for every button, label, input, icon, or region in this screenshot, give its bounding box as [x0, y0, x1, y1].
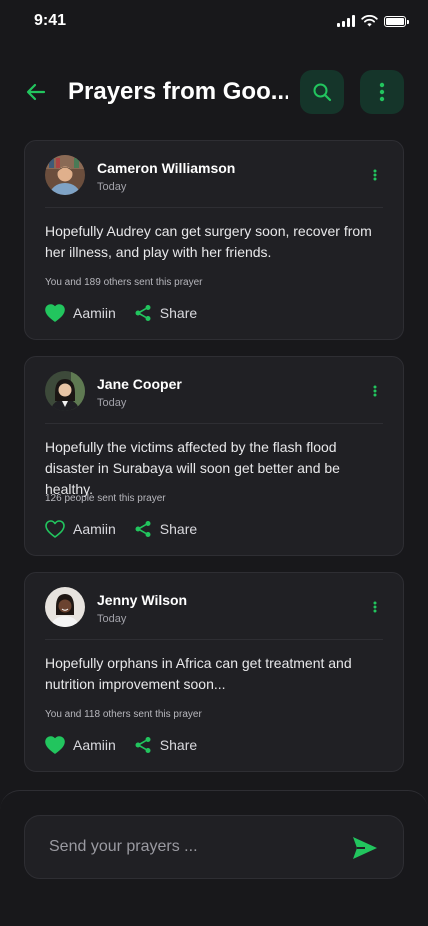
share-icon — [135, 305, 151, 321]
card-actions: Aamiin Share — [45, 520, 197, 538]
author-name: Cameron Williamson — [97, 160, 236, 176]
share-label: Share — [159, 521, 198, 537]
post-time: Today — [97, 397, 127, 409]
more-options-button[interactable] — [360, 70, 404, 114]
prayer-input[interactable] — [49, 834, 319, 860]
prayer-text: Hopefully the victims affected by the fl… — [45, 439, 340, 497]
aamiin-label: Aamiin — [73, 737, 116, 753]
status-icons — [337, 15, 409, 27]
divider — [45, 207, 383, 208]
card-more-button[interactable] — [367, 169, 383, 185]
share-button[interactable]: Share — [134, 304, 197, 322]
status-time: 9:41 — [34, 12, 67, 29]
search-button[interactable] — [300, 70, 344, 114]
back-arrow-icon[interactable] — [24, 80, 48, 104]
share-button[interactable]: Share — [134, 736, 197, 754]
composer-panel — [0, 790, 428, 926]
post-time: Today — [97, 181, 127, 193]
prayer-input-box — [24, 815, 404, 879]
divider — [45, 423, 383, 424]
sent-count: 126 people sent this prayer — [45, 493, 166, 504]
share-icon — [135, 737, 151, 753]
heart-icon — [45, 736, 65, 754]
search-icon — [313, 83, 332, 102]
aamiin-label: Aamiin — [73, 521, 116, 537]
divider — [45, 639, 383, 640]
wifi-icon — [361, 15, 378, 27]
card-header: Jane Cooper Today — [45, 371, 383, 415]
sent-count: You and 189 others sent this prayer — [45, 277, 203, 288]
aamiin-button[interactable]: Aamiin — [45, 304, 116, 322]
signal-icon — [337, 15, 355, 27]
more-vertical-icon — [373, 601, 377, 613]
prayer-feed: Cameron Williamson Today Hopefully Audre… — [24, 140, 404, 788]
aamiin-button[interactable]: Aamiin — [45, 736, 116, 754]
aamiin-label: Aamiin — [73, 305, 116, 321]
status-bar: 9:41 — [0, 0, 428, 44]
aamiin-button[interactable]: Aamiin — [45, 520, 116, 538]
card-header: Cameron Williamson Today — [45, 155, 383, 199]
card-actions: Aamiin Share — [45, 736, 197, 754]
battery-icon — [384, 15, 409, 27]
more-vertical-icon — [373, 385, 377, 397]
share-icon — [135, 521, 151, 537]
more-vertical-icon — [373, 169, 377, 181]
card-actions: Aamiin Share — [45, 304, 197, 322]
avatar[interactable] — [45, 587, 85, 627]
sent-count: You and 118 others sent this prayer — [45, 709, 202, 720]
card-more-button[interactable] — [367, 601, 383, 617]
post-time: Today — [97, 613, 127, 625]
prayer-text: Hopefully orphans in Africa can get trea… — [45, 655, 352, 692]
author-name: Jenny Wilson — [97, 592, 188, 608]
share-label: Share — [159, 305, 198, 321]
prayer-text: Hopefully Audrey can get surgery soon, r… — [45, 223, 372, 260]
prayer-card: Jane Cooper Today Hopefully the victims … — [24, 356, 404, 556]
prayer-card: Jenny Wilson Today Hopefully orphans in … — [24, 572, 404, 772]
card-header: Jenny Wilson Today — [45, 587, 383, 631]
avatar[interactable] — [45, 371, 85, 411]
prayer-card: Cameron Williamson Today Hopefully Audre… — [24, 140, 404, 340]
author-name: Jane Cooper — [97, 376, 182, 392]
page-title: Prayers from Goo... — [68, 78, 288, 105]
avatar[interactable] — [45, 155, 85, 195]
more-vertical-icon — [379, 82, 385, 102]
card-more-button[interactable] — [367, 385, 383, 401]
share-button[interactable]: Share — [134, 520, 197, 538]
heart-icon — [45, 520, 65, 538]
header: Prayers from Goo... — [0, 70, 428, 114]
heart-icon — [45, 304, 65, 322]
send-icon[interactable] — [351, 835, 379, 861]
share-label: Share — [159, 737, 198, 753]
